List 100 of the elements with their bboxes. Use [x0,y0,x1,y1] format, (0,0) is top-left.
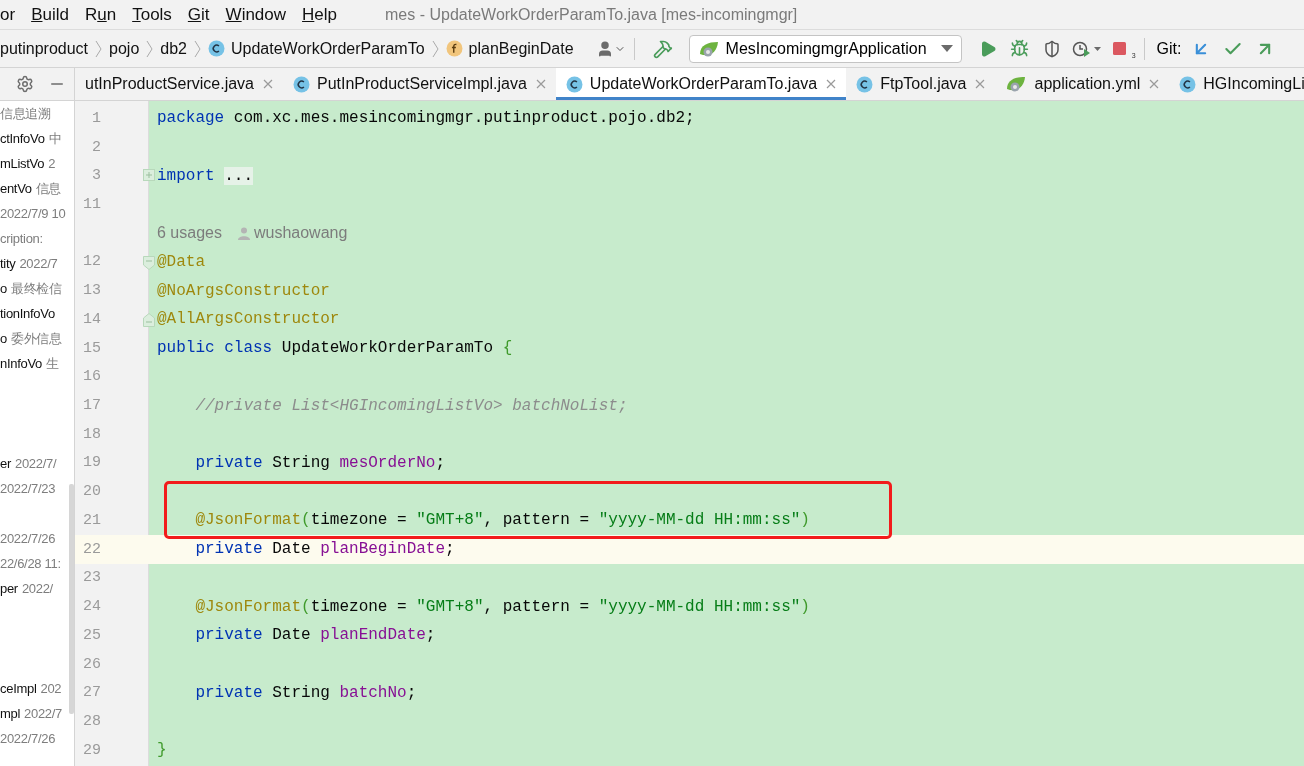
menu-item[interactable]: Help [294,4,346,25]
code-line: //private List<HGIncomingListVo> batchNoList; [194,396,628,415]
project-tree-item[interactable]: entVo 信息 [0,179,62,198]
line-number: 12 [82,253,101,271]
chevron-icon [95,39,103,58]
scrollbar[interactable] [69,484,74,714]
fold-plus-icon[interactable] [143,169,155,182]
editor-tab[interactable]: HGIncomingLi [1169,68,1304,100]
close-icon[interactable] [263,79,273,89]
line-number: 25 [82,626,101,644]
line-number: 17 [82,397,101,415]
code-line: public class UpdateWorkOrderParamTo { [157,339,513,358]
project-tree-item[interactable]: o 委外信息 [0,329,62,348]
chevron-icon [431,39,439,58]
line-number: 22 [82,540,101,558]
project-tree-item[interactable]: 2022/7/26 [0,531,56,546]
editor-tab[interactable]: utInProductService.java [75,68,283,100]
code-line: @JsonFormat(timezone = "GMT+8", pattern = "yyyy-MM-dd HH:mm:ss") [194,511,810,530]
close-icon[interactable] [975,79,986,89]
close-icon[interactable] [535,79,546,89]
close-icon[interactable] [1149,79,1160,89]
code-line: private String batchNo; [194,683,417,702]
line-number: 21 [82,511,101,529]
code-line: import ... [157,166,254,185]
line-number: 27 [82,684,101,702]
window-title: mes - UpdateWorkOrderParamTo.java [mes-incomingmgr] [385,5,798,24]
project-tree-item[interactable]: mpl 2022/7 [0,706,63,721]
code-line: @NoArgsConstructor [157,281,330,300]
line-number: 2 [91,138,101,156]
line-number: 29 [82,741,101,759]
breadcrumb[interactable]: db2 [160,39,187,58]
project-tree-item[interactable]: cription: [0,231,43,246]
stop-icon [1111,40,1128,57]
menu-item[interactable]: or [0,4,24,25]
project-tree-item[interactable]: mListVo 2 [0,156,56,171]
breadcrumb[interactable]: putinproduct [0,39,89,58]
project-tree-item[interactable]: o 最终检信 [0,279,62,298]
menu-item[interactable]: Build [23,4,77,25]
spring-leaf-icon [1005,75,1028,93]
chevron-icon [146,39,154,58]
spring-leaf-icon [697,39,720,58]
shield-icon [1042,39,1061,58]
project-tree-item[interactable]: tity 2022/7 [0,256,58,271]
clock-play-icon [1071,39,1102,58]
line-number: 20 [82,483,101,501]
project-tree-item[interactable]: 2022/7/9 10 [0,206,66,221]
line-number: 15 [82,339,101,357]
git-label: Git: [1156,39,1182,58]
menu-item[interactable]: Git [179,4,218,25]
line-number: 14 [82,310,101,328]
line-number: 3 [91,167,101,185]
menu-item[interactable]: Run [76,4,125,25]
code-line: private Date planEndDate; [194,626,436,645]
run-configuration-dropdown[interactable]: MesIncomingmgrApplication [688,34,962,63]
editor-tab[interactable]: UpdateWorkOrderParamTo.java [555,68,847,100]
project-tree-item[interactable]: 2022/7/26 [0,731,56,746]
project-tree-item[interactable]: ctInfoVo 中 [0,129,62,148]
line-number: 13 [82,282,101,300]
line-number: 24 [82,598,101,616]
line-number: 28 [82,712,101,730]
bug-icon [1010,39,1030,58]
line-number: 11 [82,196,101,213]
caret-icon [940,44,953,53]
line-number: 23 [82,569,101,587]
menu-item[interactable]: Window [217,4,295,25]
line-number: 1 [91,109,101,127]
editor-tab[interactable]: PutInProductServiceImpl.java [283,68,556,100]
project-tree-item[interactable]: 22/6/28 11: [0,556,61,571]
settings-icon[interactable] [16,75,34,93]
project-tree-item[interactable]: per 2022/ [0,581,53,596]
breadcrumb[interactable]: planBeginDate [445,39,574,58]
code-line: @Data [157,252,205,271]
class-icon [293,75,310,93]
editor-tab[interactable]: application.yml [995,68,1170,100]
class-icon [856,75,874,93]
field-icon [445,40,463,57]
breadcrumb[interactable]: UpdateWorkOrderParamTo [208,39,425,58]
code-line: @AllArgsConstructor [157,310,340,329]
close-icon[interactable] [826,79,837,89]
hammer-icon [652,38,673,59]
project-tree-item[interactable]: ceImpl 202 [0,681,62,696]
line-number: 16 [82,368,101,386]
code-editor[interactable] [75,101,1304,766]
editor-tab[interactable]: FtpTool.java [846,68,996,100]
project-tree-item[interactable]: 2022/7/23 [0,481,56,496]
person-icon [237,226,250,240]
code-line: private Date planBeginDate; [194,540,455,559]
project-tree-item[interactable]: tionInfoVo [0,306,59,321]
code-line: } [157,741,167,760]
class-icon [208,40,225,57]
class-icon [565,75,583,93]
chevron-icon [194,39,201,58]
code-line: private String mesOrderNo; [194,454,446,472]
line-number: 19 [82,454,101,472]
project-tree-item[interactable]: nInfoVo 生 [0,354,59,373]
project-tree-item[interactable]: er 2022/7/ [0,456,57,471]
menu-item[interactable]: Tools [124,4,180,25]
project-tree-item[interactable]: 信息追溯 [0,104,51,123]
line-number: 26 [82,655,101,673]
breadcrumb[interactable]: pojo [109,39,140,58]
